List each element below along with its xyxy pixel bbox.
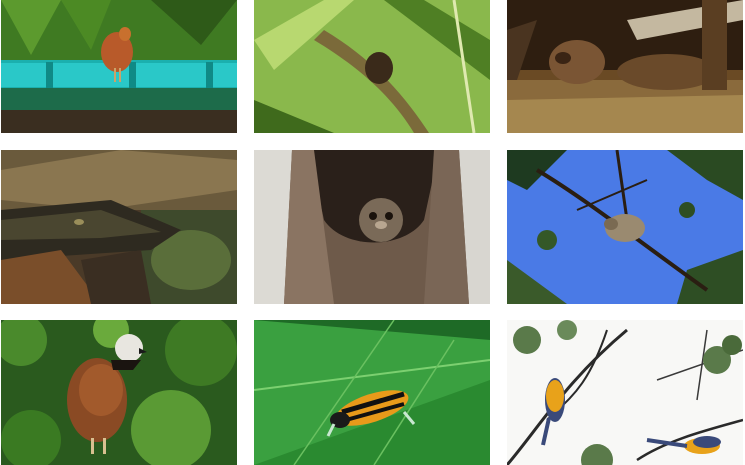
photo-black-collared-hawk [1, 320, 237, 465]
photo-poison-dart-frog-on-leaf [254, 320, 490, 465]
photo-heron-on-canoe [1, 0, 237, 133]
photo-giant-otter-in-water [507, 0, 743, 133]
photo-owl-monkey-in-tree-hollow [254, 150, 490, 304]
photo-macaws-on-bare-branches [507, 320, 743, 465]
photo-monkey-in-foliage [254, 0, 490, 133]
photo-sloth-in-branches [507, 150, 743, 304]
photo-caiman-close-up [1, 150, 237, 304]
